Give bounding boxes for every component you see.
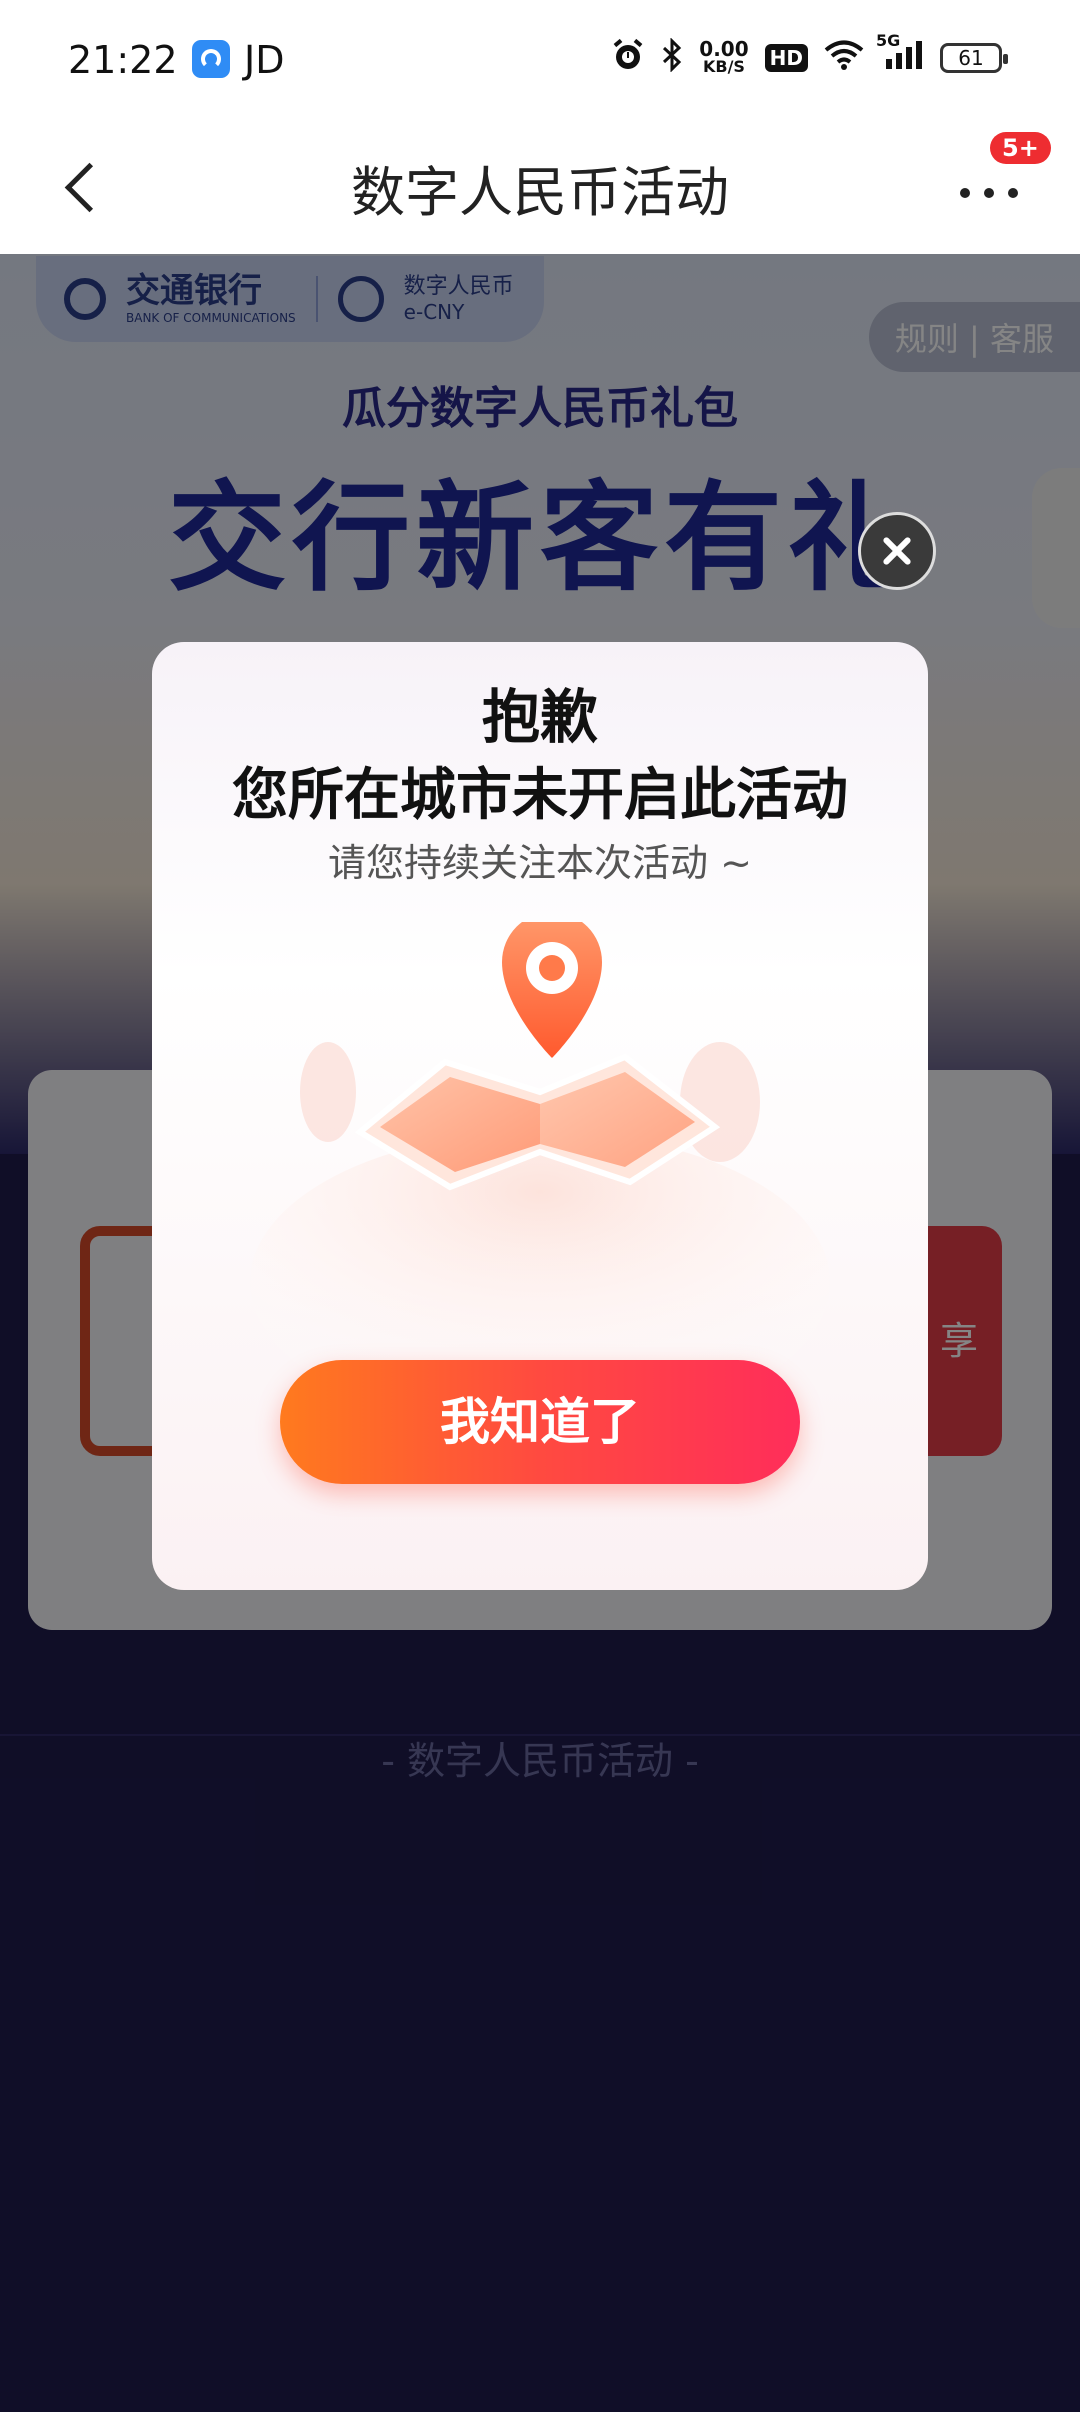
map-pin-illustration bbox=[250, 922, 830, 1392]
hd-badge: HD bbox=[764, 44, 808, 72]
wifi-icon bbox=[824, 39, 864, 77]
notification-badge: 5+ bbox=[990, 132, 1051, 164]
status-icons: 0.00 KB/S HD 5G 61 bbox=[611, 31, 1008, 78]
battery-icon: 61 bbox=[940, 43, 1008, 73]
status-time: 21:22 bbox=[68, 38, 178, 82]
alarm-icon bbox=[611, 38, 645, 78]
net-speed-unit: KB/S bbox=[702, 57, 745, 76]
dialog-title: 抱歉 bbox=[481, 683, 598, 751]
dialog-message: 您所在城市未开启此活动 bbox=[232, 763, 848, 828]
nav-header: 数字人民币活动 5+ bbox=[0, 120, 1080, 254]
city-unavailable-dialog: 抱歉 您所在城市未开启此活动 请您持续关注本次活动 ~ 我知道了 bbox=[152, 642, 928, 1590]
acknowledge-button[interactable]: 我知道了 bbox=[280, 1360, 800, 1484]
jd-app-icon bbox=[192, 40, 230, 78]
more-icon[interactable] bbox=[956, 166, 1026, 206]
net-speed-value: 0.00 bbox=[699, 37, 749, 61]
page-title: 数字人民币活动 bbox=[351, 161, 729, 224]
signal-label: 5G bbox=[876, 31, 901, 50]
bluetooth-icon bbox=[661, 37, 683, 78]
status-bar: 21:22 JD 0.00 KB/S HD 5G 61 bbox=[0, 0, 1080, 120]
close-icon[interactable] bbox=[858, 512, 936, 590]
signal-icon: 5G bbox=[876, 31, 924, 77]
dialog-subtitle: 请您持续关注本次活动 ~ bbox=[328, 841, 752, 885]
status-app-label: JD bbox=[244, 38, 285, 82]
net-speed: 0.00 KB/S bbox=[699, 37, 749, 76]
